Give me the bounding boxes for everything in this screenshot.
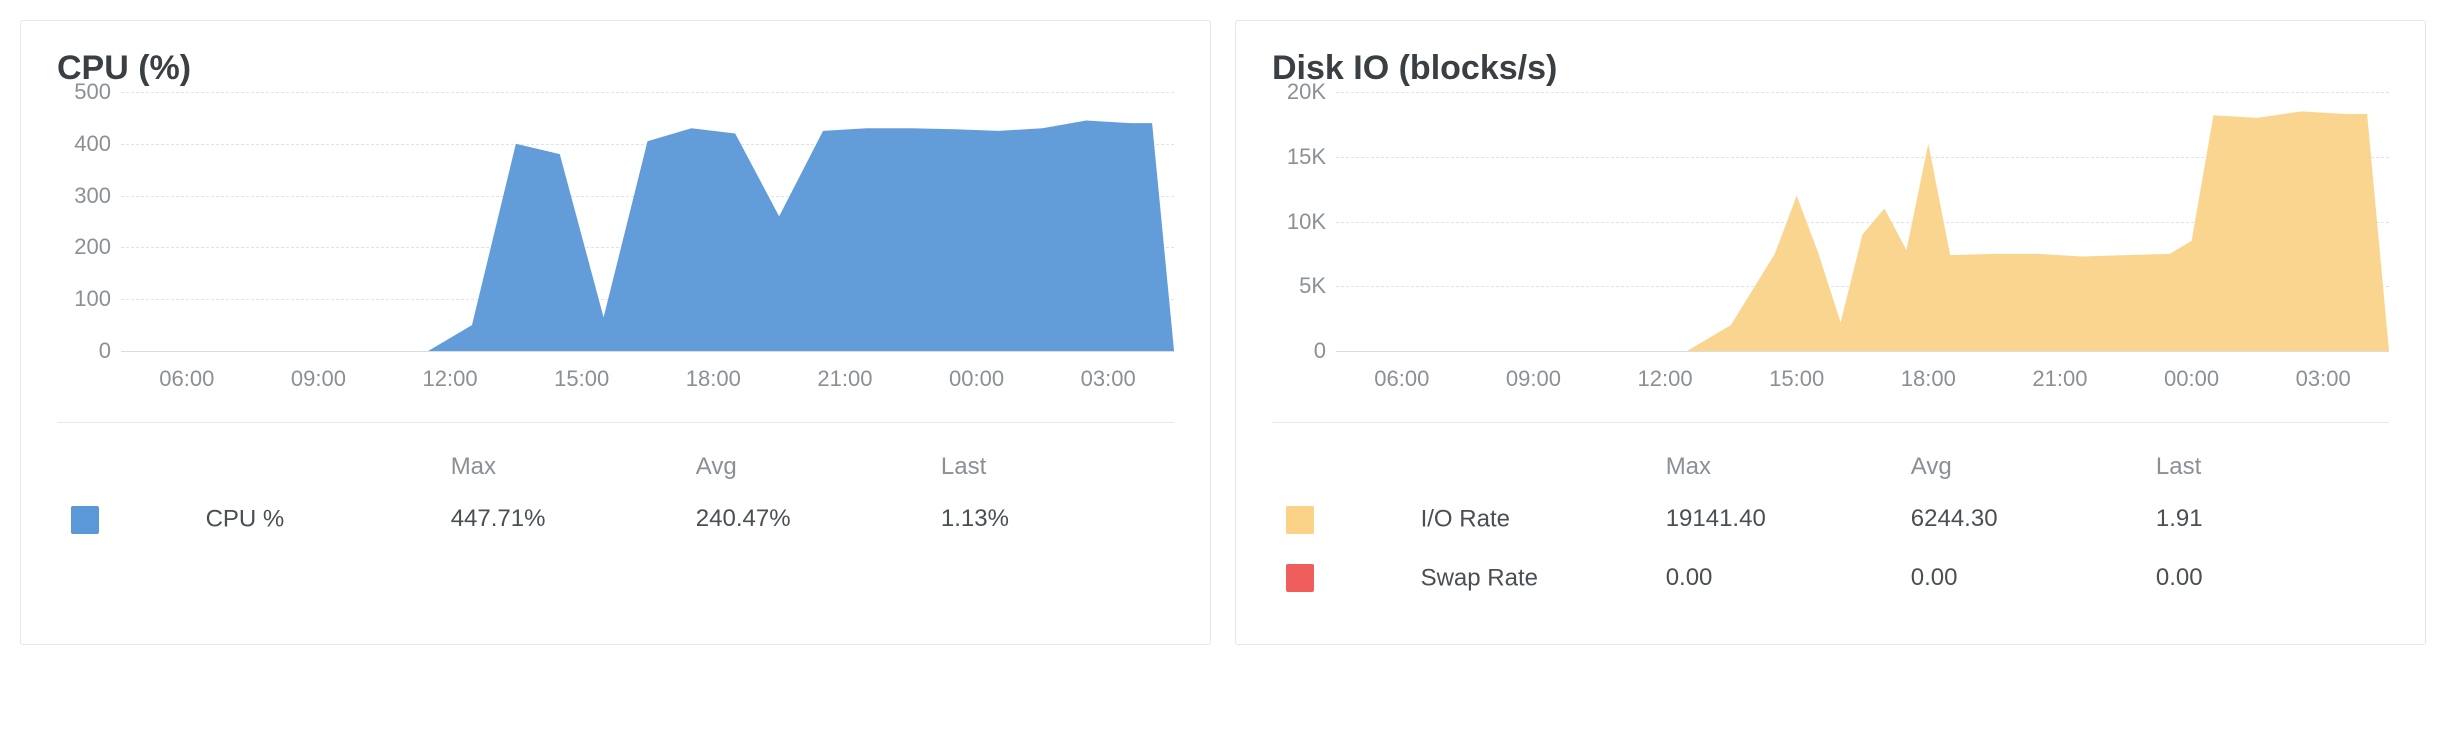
legend-table: Max Avg Last I/O Rate 19141.40 6244.30 1… <box>1272 443 2389 608</box>
x-tick-label: 03:00 <box>1081 366 1136 392</box>
chart-cpu[interactable]: 0100200300400500 06:00 09:00 12:00 15:00 18:… <box>121 92 1174 402</box>
x-tick-label: 06:00 <box>159 366 214 392</box>
panel-cpu: CPU (%) 0100200300400500 06:0009:0012:00… <box>20 20 1211 645</box>
series-name: Swap Rate <box>1421 564 1538 591</box>
legend-divider <box>1272 422 2389 423</box>
stat-max: 0.00 <box>1654 550 1897 607</box>
stat-max: 19141.40 <box>1654 491 1897 548</box>
x-tick-label: 21:00 <box>817 366 872 392</box>
x-tick-label: 00:00 <box>949 366 1004 392</box>
y-tick-label: 15K <box>1287 144 1336 170</box>
legend-row-io[interactable]: I/O Rate 19141.40 6244.30 1.91 <box>1274 491 2387 548</box>
x-tick-label: 18:00 <box>686 366 741 392</box>
stat-header: Last <box>2144 445 2387 489</box>
stat-header: Avg <box>1899 445 2142 489</box>
stat-header: Avg <box>684 445 927 489</box>
panel-title: Disk IO (blocks/s) <box>1272 49 2389 88</box>
series-name: I/O Rate <box>1421 506 1510 533</box>
y-tick-label: 500 <box>74 79 121 105</box>
panel-title: CPU (%) <box>57 49 1174 88</box>
y-tick-label: 0 <box>99 338 121 364</box>
stat-avg: 0.00 <box>1899 550 2142 607</box>
x-tick-label: 00:00 <box>2164 366 2219 392</box>
x-tick-label: 03:00 <box>2296 366 2351 392</box>
stat-last: 1.13% <box>929 491 1172 548</box>
legend-row-swap[interactable]: Swap Rate 0.00 0.00 0.00 <box>1274 550 2387 607</box>
legend-header-row: Max Avg Last <box>1274 445 2387 489</box>
plot-area[interactable]: 0100200300400500 <box>121 92 1174 352</box>
x-tick-label: 18:00 <box>1901 366 1956 392</box>
series-swatch <box>71 506 99 534</box>
x-tick-label: 15:00 <box>1769 366 1824 392</box>
y-tick-label: 0 <box>1314 338 1336 364</box>
x-axis-ticks: 06:00 09:00 12:00 15:00 18:00 21:00 00:00 03:00 <box>121 362 1174 402</box>
chart-diskio[interactable]: 05K10K15K20K 06:00 09:00 12:00 15:00 18:00 21… <box>1336 92 2389 402</box>
series-area <box>121 120 1174 351</box>
stat-max: 447.71% <box>439 491 682 548</box>
panel-diskio: Disk IO (blocks/s) 05K10K15K20K 06:0009:… <box>1235 20 2426 645</box>
x-tick-label: 12:00 <box>1638 366 1693 392</box>
dashboard-row: CPU (%) 0100200300400500 06:0009:0012:00… <box>0 0 2446 665</box>
stat-avg: 6244.30 <box>1899 491 2142 548</box>
stat-avg: 240.47% <box>684 491 927 548</box>
plot-area[interactable]: 05K10K15K20K <box>1336 92 2389 352</box>
y-tick-label: 5K <box>1299 273 1336 299</box>
y-tick-label: 10K <box>1287 209 1336 235</box>
series-swatch <box>1286 506 1314 534</box>
legend-row-cpu[interactable]: CPU % 447.71% 240.47% 1.13% <box>59 491 1172 548</box>
chart-svg <box>121 92 1174 351</box>
x-tick-label: 12:00 <box>423 366 478 392</box>
series-swatch <box>1286 564 1314 592</box>
stat-header: Max <box>1654 445 1897 489</box>
y-tick-label: 400 <box>74 131 121 157</box>
x-tick-label: 15:00 <box>554 366 609 392</box>
x-tick-label: 21:00 <box>2032 366 2087 392</box>
y-tick-label: 20K <box>1287 79 1336 105</box>
stat-last: 1.91 <box>2144 491 2387 548</box>
legend-divider <box>57 422 1174 423</box>
y-tick-label: 100 <box>74 286 121 312</box>
series-area <box>1336 111 2389 351</box>
x-tick-label: 06:00 <box>1374 366 1429 392</box>
x-axis-ticks: 06:00 09:00 12:00 15:00 18:00 21:00 00:00 03:00 <box>1336 362 2389 402</box>
stat-last: 0.00 <box>2144 550 2387 607</box>
stat-header: Last <box>929 445 1172 489</box>
x-tick-label: 09:00 <box>1506 366 1561 392</box>
series-name: CPU % <box>206 506 285 533</box>
chart-svg <box>1336 92 2389 351</box>
y-tick-label: 200 <box>74 234 121 260</box>
y-tick-label: 300 <box>74 183 121 209</box>
legend-header-row: Max Avg Last <box>59 445 1172 489</box>
stat-header: Max <box>439 445 682 489</box>
legend-table: Max Avg Last CPU % 447.71% 240.47% 1.13% <box>57 443 1174 550</box>
x-tick-label: 09:00 <box>291 366 346 392</box>
